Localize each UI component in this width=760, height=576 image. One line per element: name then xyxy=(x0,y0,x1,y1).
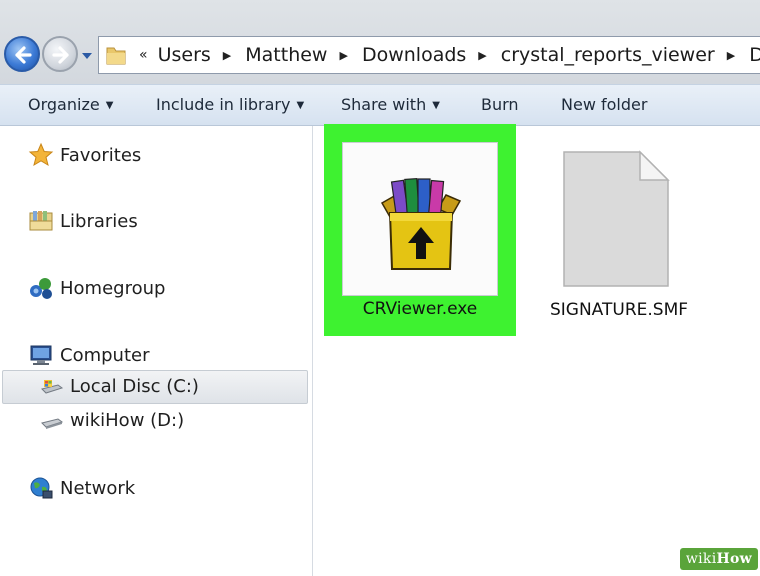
local-disk-icon xyxy=(41,379,64,394)
share-with-menu-button[interactable]: Share with ▼ xyxy=(341,95,440,114)
back-button[interactable] xyxy=(4,36,40,72)
sidebar-item-label: wikiHow (D:) xyxy=(70,410,185,431)
sidebar-item-computer[interactable]: Computer xyxy=(28,342,149,368)
dropdown-caret-icon: ▼ xyxy=(432,100,440,111)
sidebar-item-label: Local Disc (C:) xyxy=(70,376,199,397)
drive-icon xyxy=(41,417,64,429)
blank-document-icon xyxy=(563,150,670,287)
breadcrumb-matthew[interactable]: Matthew xyxy=(245,44,327,66)
breadcrumb-overflow-icon[interactable]: « xyxy=(139,47,148,63)
libraries-icon xyxy=(29,211,53,231)
breadcrumb-downloads[interactable]: Downloads xyxy=(362,44,466,66)
sidebar-item-favorites[interactable]: Favorites xyxy=(28,142,141,168)
address-bar[interactable]: « Users ▶ Matthew ▶ Downloads ▶ crystal_… xyxy=(98,36,760,74)
breadcrumb-separator-icon[interactable]: ▶ xyxy=(339,49,347,62)
sidebar-item-label: Computer xyxy=(60,344,150,366)
dropdown-caret-icon: ▼ xyxy=(105,100,114,111)
back-arrow-icon xyxy=(15,46,32,64)
share-with-label: Share with xyxy=(341,95,427,114)
sidebar-item-label: Network xyxy=(60,477,136,499)
file-tile-signature[interactable] xyxy=(562,150,670,292)
sidebar-item-wikihow-drive[interactable]: wikiHow (D:) xyxy=(40,410,184,431)
computer-icon xyxy=(30,345,52,365)
recent-pages-dropdown-icon[interactable] xyxy=(80,50,94,62)
wikihow-watermark: wikiHow xyxy=(679,548,758,570)
new-folder-button[interactable]: New folder xyxy=(561,95,647,114)
breadcrumb-users[interactable]: Users xyxy=(158,44,211,66)
address-region: « Users ▶ Matthew ▶ Downloads ▶ crystal_… xyxy=(0,0,760,84)
sidebar-item-network[interactable]: Network xyxy=(28,475,135,501)
burn-button[interactable]: Burn xyxy=(481,95,519,114)
breadcrumb-data-u[interactable]: DATA_U xyxy=(749,44,760,66)
sidebar-item-label: Libraries xyxy=(60,210,138,232)
navigation-pane: Favorites Libraries Homegroup Computer L… xyxy=(0,126,313,576)
network-globe-icon xyxy=(30,477,53,499)
breadcrumb-separator-icon[interactable]: ▶ xyxy=(478,49,486,62)
include-in-library-menu-button[interactable]: Include in library ▼ xyxy=(156,95,304,114)
file-tile-thumbnail xyxy=(342,142,498,296)
sidebar-item-label: Favorites xyxy=(60,144,142,166)
file-name-label: CRViewer.exe xyxy=(362,299,478,319)
sidebar-item-local-disc[interactable]: Local Disc (C:) xyxy=(40,376,199,397)
winrar-archive-icon xyxy=(380,177,462,270)
sidebar-item-label: Homegroup xyxy=(60,277,166,299)
organize-menu-button[interactable]: Organize ▼ xyxy=(28,95,113,114)
file-tile-crviewer[interactable]: CRViewer.exe xyxy=(324,124,516,336)
include-in-library-label: Include in library xyxy=(156,95,291,114)
forward-button[interactable] xyxy=(42,36,78,72)
breadcrumb-separator-icon[interactable]: ▶ xyxy=(727,49,735,62)
new-folder-label: New folder xyxy=(561,95,648,114)
folder-icon xyxy=(106,47,126,65)
watermark-prefix: wiki xyxy=(685,551,717,567)
sidebar-item-homegroup[interactable]: Homegroup xyxy=(28,275,165,301)
file-list-pane: CRViewer.exe SIGNATURE.SMF xyxy=(313,124,760,576)
burn-label: Burn xyxy=(481,95,519,114)
breadcrumb-crystal-reports-viewer[interactable]: crystal_reports_viewer xyxy=(501,44,715,66)
command-toolbar: Organize ▼ Include in library ▼ Share with… xyxy=(0,84,760,126)
sidebar-item-libraries[interactable]: Libraries xyxy=(28,208,138,234)
watermark-suffix: How xyxy=(716,551,752,567)
organize-label: Organize xyxy=(28,95,100,114)
star-icon xyxy=(28,142,54,167)
dropdown-caret-icon: ▼ xyxy=(296,100,305,111)
breadcrumb-separator-icon[interactable]: ▶ xyxy=(223,49,231,62)
file-name-label[interactable]: SIGNATURE.SMF xyxy=(535,300,703,320)
forward-arrow-icon xyxy=(52,46,69,64)
homegroup-icon xyxy=(30,278,52,299)
